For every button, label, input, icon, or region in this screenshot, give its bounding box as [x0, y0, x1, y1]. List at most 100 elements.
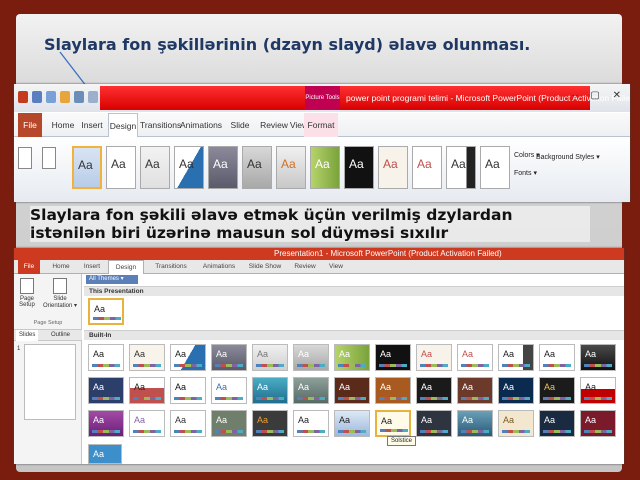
- theme-label: Aa: [216, 415, 228, 425]
- page-setup-button[interactable]: Page Setup: [16, 278, 38, 308]
- theme-thumbnail[interactable]: Aa: [416, 344, 452, 371]
- theme-thumbnail[interactable]: Aa: [293, 377, 329, 404]
- tab-slides[interactable]: Slides: [16, 330, 39, 341]
- theme-color-swatches: [461, 364, 489, 367]
- tab-animations[interactable]: Animations: [180, 113, 222, 137]
- tab-review[interactable]: Review: [290, 260, 320, 274]
- theme-thumbnail[interactable]: Aa: [88, 377, 124, 404]
- theme-label: Aa: [257, 382, 269, 392]
- slide-orientation-icon[interactable]: [42, 147, 56, 169]
- tab-format[interactable]: Format: [304, 113, 338, 137]
- theme-thumbnail[interactable]: Aa: [498, 410, 534, 437]
- tab-transitions[interactable]: Transitions: [150, 260, 192, 274]
- theme-thumbnail[interactable]: Aa: [88, 344, 124, 371]
- tab-design[interactable]: Design: [108, 260, 144, 274]
- theme-thumbnail[interactable]: Aa: [310, 146, 340, 189]
- theme-thumbnail[interactable]: Aa: [174, 146, 204, 189]
- theme-thumbnail[interactable]: Aa: [344, 146, 374, 189]
- tab-animations[interactable]: Animations: [198, 260, 240, 274]
- tab-insert[interactable]: Insert: [78, 260, 106, 274]
- slide-thumbnail[interactable]: [24, 344, 76, 420]
- theme-thumbnail[interactable]: Aa: [293, 410, 329, 437]
- all-themes-dropdown[interactable]: All Themes ▾: [86, 275, 138, 284]
- tab-insert[interactable]: Insert: [78, 113, 106, 137]
- theme-thumbnail[interactable]: Aa: [446, 146, 476, 189]
- slide-orientation-button[interactable]: Slide Orientation ▾: [40, 278, 80, 309]
- theme-thumbnail[interactable]: Aa: [334, 410, 370, 437]
- theme-thumbnail[interactable]: Aa: [416, 377, 452, 404]
- theme-thumbnail[interactable]: Aa: [129, 410, 165, 437]
- tab-transitions[interactable]: Transitions: [140, 113, 181, 137]
- theme-thumbnail[interactable]: Aa: [242, 146, 272, 189]
- theme-label: Aa: [503, 349, 515, 359]
- undo-icon[interactable]: [46, 91, 56, 103]
- theme-thumbnail[interactable]: Aa: [480, 146, 510, 189]
- theme-thumbnail[interactable]: Aa: [170, 344, 206, 371]
- tab-slide-show[interactable]: Slide Show: [220, 113, 260, 154]
- theme-solstice[interactable]: Aa: [375, 410, 411, 437]
- background-styles-dropdown[interactable]: Background Styles ▾: [536, 153, 606, 161]
- theme-thumbnail[interactable]: Aa: [88, 444, 122, 464]
- theme-thumbnail[interactable]: Aa: [211, 344, 247, 371]
- tab-home[interactable]: Home: [48, 260, 74, 274]
- this-presentation-header: This Presentation: [84, 286, 624, 296]
- tab-design[interactable]: Design: [108, 113, 138, 138]
- theme-label: Aa: [134, 415, 146, 425]
- theme-thumbnail[interactable]: Aa: [416, 410, 452, 437]
- theme-thumbnail[interactable]: Aa: [580, 344, 616, 371]
- tab-file[interactable]: File: [18, 260, 40, 274]
- page-setup-icon[interactable]: [18, 147, 32, 169]
- theme-thumbnail[interactable]: Aa: [498, 344, 534, 371]
- save-icon[interactable]: [32, 91, 42, 103]
- theme-thumbnail[interactable]: Aa: [539, 344, 575, 371]
- window-controls[interactable]: – ▢ ✕: [572, 90, 626, 101]
- theme-label: Aa: [93, 449, 105, 459]
- theme-current[interactable]: Aa: [88, 298, 124, 325]
- theme-thumbnail[interactable]: Aa: [252, 344, 288, 371]
- theme-office[interactable]: Aa: [72, 146, 102, 189]
- theme-thumbnail[interactable]: Aa: [375, 377, 411, 404]
- theme-thumbnail[interactable]: Aa: [334, 377, 370, 404]
- theme-thumbnail[interactable]: Aa: [498, 377, 534, 404]
- theme-color-swatches: [174, 397, 202, 400]
- theme-thumbnail[interactable]: Aa: [539, 410, 575, 437]
- theme-thumbnail[interactable]: Aa: [211, 410, 247, 437]
- fonts-dropdown[interactable]: Fonts ▾: [514, 169, 537, 177]
- theme-thumbnail[interactable]: Aa: [106, 146, 136, 189]
- theme-thumbnail[interactable]: Aa: [412, 146, 442, 189]
- theme-color-swatches: [297, 397, 325, 400]
- print-icon[interactable]: [74, 91, 84, 103]
- tab-outline[interactable]: Outline: [48, 330, 73, 341]
- theme-color-swatches: [584, 364, 612, 367]
- theme-thumbnail[interactable]: Aa: [252, 410, 288, 437]
- theme-thumbnail[interactable]: Aa: [378, 146, 408, 189]
- theme-thumbnail[interactable]: Aa: [208, 146, 238, 189]
- tab-home[interactable]: Home: [48, 113, 78, 137]
- theme-thumbnail[interactable]: Aa: [457, 344, 493, 371]
- theme-thumbnail[interactable]: Aa: [276, 146, 306, 189]
- theme-thumbnail[interactable]: Aa: [457, 410, 493, 437]
- theme-thumbnail[interactable]: Aa: [170, 377, 206, 404]
- tab-file[interactable]: File: [18, 113, 42, 137]
- theme-thumbnail[interactable]: Aa: [252, 377, 288, 404]
- open-icon[interactable]: [60, 91, 70, 103]
- theme-color-swatches: [92, 397, 120, 400]
- theme-thumbnail[interactable]: Aa: [88, 410, 124, 437]
- theme-thumbnail[interactable]: Aa: [293, 344, 329, 371]
- theme-thumbnail[interactable]: Aa: [580, 377, 616, 404]
- theme-thumbnail[interactable]: Aa: [170, 410, 206, 437]
- tab-view[interactable]: View: [324, 260, 348, 274]
- customize-icon[interactable]: [88, 91, 98, 103]
- theme-thumbnail[interactable]: Aa: [211, 377, 247, 404]
- theme-thumbnail[interactable]: Aa: [129, 344, 165, 371]
- picture-tools-tab[interactable]: Picture Tools: [305, 86, 340, 110]
- theme-thumbnail[interactable]: Aa: [580, 410, 616, 437]
- theme-thumbnail[interactable]: Aa: [457, 377, 493, 404]
- theme-thumbnail[interactable]: Aa: [140, 146, 170, 189]
- theme-thumbnail[interactable]: Aa: [375, 344, 411, 371]
- theme-thumbnail[interactable]: Aa: [129, 377, 165, 404]
- tab-slide-show[interactable]: Slide Show: [244, 260, 286, 274]
- tab-review[interactable]: Review: [260, 113, 288, 137]
- theme-thumbnail[interactable]: Aa: [334, 344, 370, 371]
- theme-thumbnail[interactable]: Aa: [539, 377, 575, 404]
